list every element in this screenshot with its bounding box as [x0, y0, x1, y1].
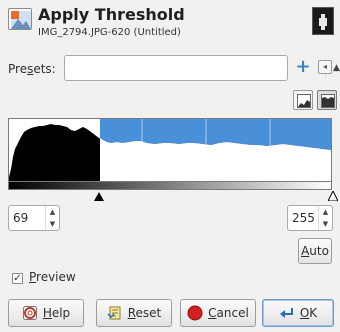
spin-arrows-icon[interactable]: ▲ ▼	[318, 206, 332, 230]
preview-label[interactable]: Preview	[29, 270, 76, 284]
plus-icon[interactable]: +	[292, 56, 314, 78]
help-label: Help	[42, 306, 71, 320]
cancel-label: Cancel	[208, 306, 249, 320]
low-threshold-spinbox[interactable]: 69 ▲ ▼	[8, 205, 60, 231]
ok-button[interactable]: OK	[262, 299, 334, 327]
cancel-button[interactable]: Cancel	[180, 299, 256, 327]
image-thumbnail	[312, 7, 334, 35]
high-threshold-handle[interactable]	[328, 191, 338, 201]
preview-checkbox[interactable]: ✓	[12, 273, 23, 284]
dialog-subtitle: IMG_2794.JPG-620 (Untitled)	[38, 27, 181, 38]
value-gradient-bar	[8, 181, 332, 190]
logarithmic-histogram-button[interactable]	[317, 90, 337, 110]
spin-arrows-icon[interactable]: ▲ ▼	[45, 206, 59, 230]
presets-label: Presets:	[8, 62, 56, 76]
linear-histogram-button[interactable]	[293, 90, 313, 110]
ok-icon	[279, 305, 295, 321]
reset-icon	[107, 305, 123, 321]
cancel-icon	[187, 305, 203, 321]
ok-label: OK	[299, 306, 318, 320]
high-threshold-value[interactable]: 255	[292, 211, 315, 225]
linear-histogram-icon	[297, 94, 311, 108]
low-threshold-value[interactable]: 69	[13, 211, 28, 225]
help-icon	[22, 305, 38, 321]
high-threshold-spinbox[interactable]: 255 ▲ ▼	[287, 205, 333, 231]
reset-label: Reset	[127, 306, 162, 320]
dialog-title: Apply Threshold	[38, 5, 185, 24]
threshold-dialog-icon	[8, 8, 32, 30]
reset-button[interactable]: Reset	[96, 299, 172, 327]
help-button[interactable]: Help	[8, 299, 84, 327]
menu-arrow-icon[interactable]: ◂	[318, 60, 332, 74]
presets-combobox[interactable]: ▲	[64, 55, 340, 81]
histogram-view[interactable]	[8, 118, 332, 184]
low-threshold-handle[interactable]	[94, 192, 104, 201]
auto-button[interactable]: Auto	[298, 238, 332, 264]
logarithmic-histogram-icon	[321, 94, 335, 108]
